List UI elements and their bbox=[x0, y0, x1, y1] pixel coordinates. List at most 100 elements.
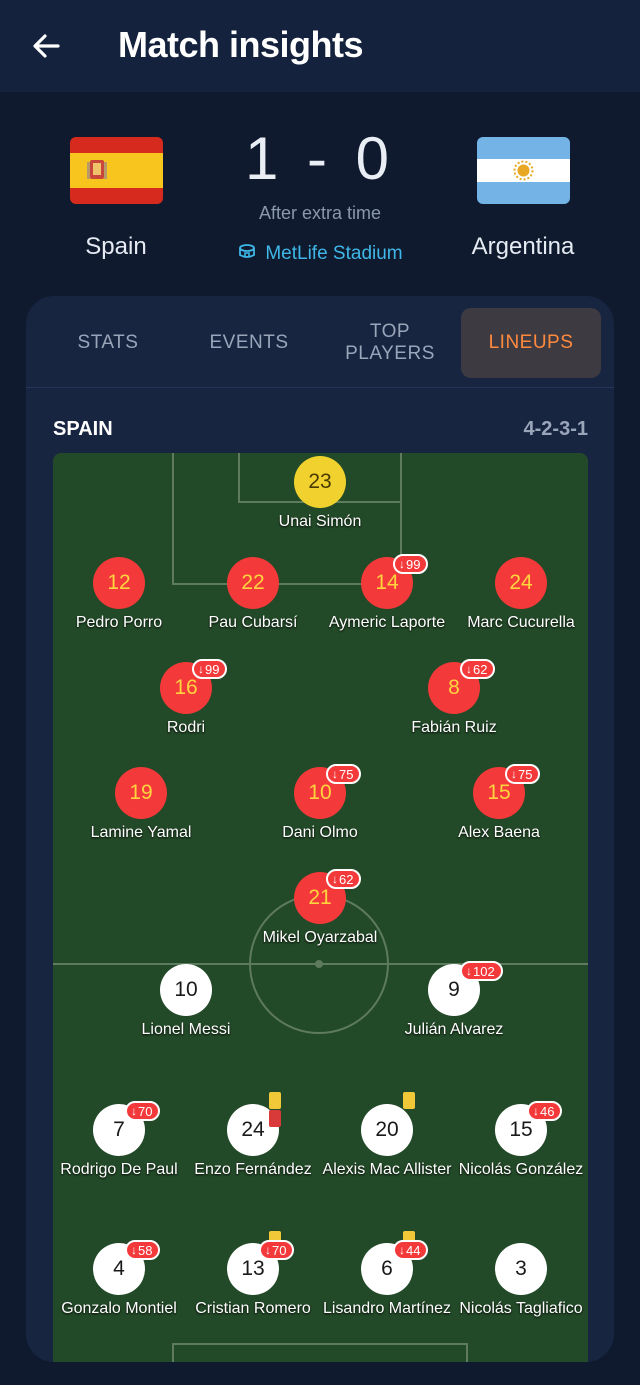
substitution-minute: 44 bbox=[406, 1242, 421, 1258]
pitch: 23 Unai Simón 12 Pedro Porro 22 Pau Cubarsí 14… bbox=[53, 453, 588, 1362]
page-title: Match insights bbox=[118, 24, 364, 65]
player-marker[interactable]: 21 ↓ 62 Mikel Oyarzabal bbox=[245, 869, 395, 946]
arrow-down-icon: ↓ bbox=[198, 662, 204, 676]
match-status: After extra time bbox=[258, 203, 382, 223]
arrow-down-icon: ↓ bbox=[332, 872, 338, 886]
player-marker[interactable]: 20 Alexis Mac Allister bbox=[312, 1092, 462, 1178]
player-name: Gonzalo Montiel bbox=[61, 1300, 177, 1317]
player-shirt: 16 ↓ 99 bbox=[160, 659, 228, 714]
tab-stats[interactable]: STATS bbox=[52, 308, 164, 378]
arrow-down-icon: ↓ bbox=[399, 557, 405, 571]
player-name: Fabián Ruiz bbox=[411, 719, 497, 736]
player-shirt: 24 bbox=[495, 557, 547, 609]
tab-events[interactable]: EVENTS bbox=[189, 308, 309, 378]
player-number: 24 bbox=[509, 571, 533, 594]
player-name: Lisandro Martínez bbox=[322, 1300, 452, 1317]
substitution-minute: 99 bbox=[406, 556, 421, 572]
player-shirt: 23 bbox=[294, 456, 346, 508]
player-marker[interactable]: 24 Marc Cucurella bbox=[446, 557, 588, 631]
player-number: 3 bbox=[515, 1257, 527, 1280]
player-shirt: 20 bbox=[361, 1092, 415, 1156]
arrow-down-icon: ↓ bbox=[131, 1243, 137, 1257]
player-name: Marc Cucurella bbox=[467, 614, 575, 631]
player-marker[interactable]: 7 ↓ 70 Rodrigo De Paul bbox=[53, 1101, 194, 1178]
player-shirt: 15 ↓ 75 bbox=[473, 764, 541, 819]
player-number: 22 bbox=[241, 571, 265, 594]
substitution-badge: ↓ 70 bbox=[259, 1240, 295, 1260]
player-marker[interactable]: 16 ↓ 99 Rodri bbox=[111, 659, 261, 736]
player-name: Rodri bbox=[166, 719, 206, 736]
arrow-left-icon[interactable] bbox=[28, 28, 64, 64]
player-marker[interactable]: 14 ↓ 99 Aymeric Laporte bbox=[312, 554, 462, 631]
player-number: 21 bbox=[308, 886, 332, 909]
player-shirt: 9 ↓ 102 bbox=[428, 961, 503, 1016]
substitution-minute: 75 bbox=[339, 766, 354, 782]
player-shirt: 10 bbox=[160, 964, 212, 1016]
center-spot bbox=[315, 960, 323, 968]
arrow-down-icon: ↓ bbox=[399, 1243, 405, 1257]
player-name: Lionel Messi bbox=[141, 1021, 231, 1038]
arrow-down-icon: ↓ bbox=[131, 1104, 137, 1118]
player-marker[interactable]: 8 ↓ 62 Fabián Ruiz bbox=[379, 659, 529, 736]
player-name: Pedro Porro bbox=[75, 614, 163, 631]
player-marker[interactable]: 3 Nicolás Tagliafico bbox=[446, 1243, 588, 1317]
insights-card: STATS EVENTS TOP PLAYERS LINEUPS SPAIN 4… bbox=[26, 296, 614, 1362]
player-marker[interactable]: 15 ↓ 46 Nicolás González bbox=[446, 1101, 588, 1178]
player-marker[interactable]: 24 Enzo Fernández bbox=[178, 1092, 328, 1178]
player-marker[interactable]: 23 Unai Simón bbox=[245, 456, 395, 530]
player-number: 16 bbox=[174, 676, 198, 699]
arrow-down-icon: ↓ bbox=[466, 662, 472, 676]
player-marker[interactable]: 13 ↓ 70 Cristian Romero bbox=[178, 1231, 328, 1317]
arrow-down-icon: ↓ bbox=[533, 1104, 539, 1118]
substitution-minute: 70 bbox=[138, 1103, 153, 1119]
yellow-card-icon bbox=[269, 1092, 281, 1109]
substitution-badge: ↓ 75 bbox=[505, 764, 541, 784]
top-app-bar: Match insights bbox=[0, 0, 640, 92]
player-name: Lamine Yamal bbox=[90, 824, 192, 841]
player-marker[interactable]: 15 ↓ 75 Alex Baena bbox=[424, 764, 574, 841]
venue-link[interactable]: MetLife Stadium bbox=[0, 241, 640, 267]
player-marker[interactable]: 10 ↓ 75 Dani Olmo bbox=[245, 764, 395, 841]
player-marker[interactable]: 6 ↓ 44 Lisandro Martínez bbox=[312, 1231, 462, 1317]
substitution-minute: 62 bbox=[473, 661, 488, 677]
player-number: 10 bbox=[174, 978, 198, 1001]
player-shirt: 22 bbox=[227, 557, 279, 609]
substitution-badge: ↓ 58 bbox=[125, 1240, 161, 1260]
arrow-down-icon: ↓ bbox=[265, 1243, 271, 1257]
player-shirt: 8 ↓ 62 bbox=[428, 659, 496, 714]
player-number: 14 bbox=[375, 571, 399, 594]
player-number: 10 bbox=[308, 781, 332, 804]
player-number: 15 bbox=[509, 1118, 533, 1141]
player-number: 24 bbox=[241, 1118, 265, 1141]
player-marker[interactable]: 22 Pau Cubarsí bbox=[178, 557, 328, 631]
player-marker[interactable]: 4 ↓ 58 Gonzalo Montiel bbox=[53, 1240, 194, 1317]
player-name: Julián Alvarez bbox=[404, 1021, 504, 1038]
player-marker[interactable]: 10 Lionel Messi bbox=[111, 964, 261, 1038]
player-number: 8 bbox=[448, 676, 460, 699]
player-shirt: 13 ↓ 70 bbox=[227, 1231, 295, 1295]
player-name: Nicolás Tagliafico bbox=[459, 1300, 583, 1317]
substitution-badge: ↓ 99 bbox=[192, 659, 228, 679]
player-number: 7 bbox=[113, 1118, 125, 1141]
player-shirt: 19 bbox=[115, 767, 167, 819]
arrow-down-icon: ↓ bbox=[332, 767, 338, 781]
tab-lineups[interactable]: LINEUPS bbox=[461, 308, 601, 378]
player-number: 12 bbox=[107, 571, 131, 594]
substitution-minute: 102 bbox=[473, 963, 495, 979]
player-marker[interactable]: 9 ↓ 102 Julián Alvarez bbox=[379, 961, 529, 1038]
player-name: Alexis Mac Allister bbox=[322, 1161, 452, 1178]
player-name: Enzo Fernández bbox=[194, 1161, 312, 1178]
player-shirt: 6 ↓ 44 bbox=[361, 1231, 429, 1295]
substitution-badge: ↓ 70 bbox=[125, 1101, 161, 1121]
substitution-badge: ↓ 46 bbox=[527, 1101, 563, 1121]
player-shirt: 10 ↓ 75 bbox=[294, 764, 362, 819]
player-name: Alex Baena bbox=[458, 824, 540, 841]
player-marker[interactable]: 19 Lamine Yamal bbox=[66, 767, 216, 841]
substitution-minute: 70 bbox=[272, 1242, 287, 1258]
tab-top-players[interactable]: TOP PLAYERS bbox=[331, 308, 449, 378]
player-shirt: 14 ↓ 99 bbox=[361, 554, 429, 609]
player-name: Unai Simón bbox=[278, 513, 362, 530]
player-name: Pau Cubarsí bbox=[208, 614, 298, 631]
player-marker[interactable]: 12 Pedro Porro bbox=[53, 557, 194, 631]
tab-bar: STATS EVENTS TOP PLAYERS LINEUPS bbox=[26, 296, 614, 388]
